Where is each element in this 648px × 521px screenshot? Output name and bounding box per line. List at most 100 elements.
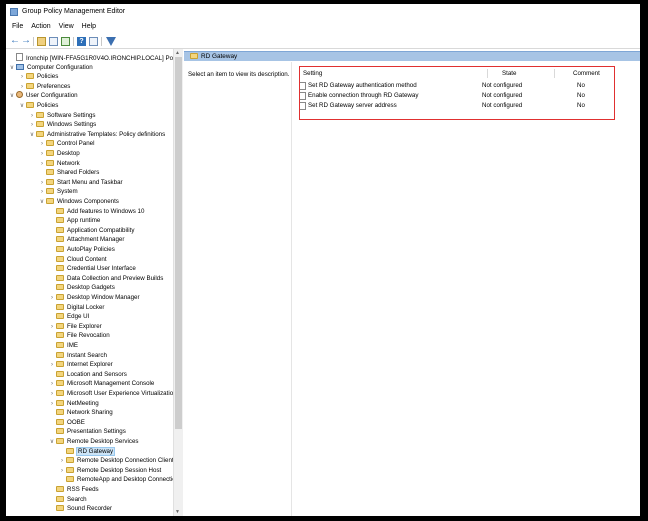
tree-node[interactable]: OOBE bbox=[48, 418, 85, 428]
scroll-down-icon[interactable]: ▼ bbox=[175, 509, 180, 515]
tree-node[interactable]: ∨ Windows Components bbox=[38, 197, 119, 207]
tree-node[interactable]: › Microsoft User Experience Virtualizatio… bbox=[48, 389, 173, 399]
folder-icon bbox=[56, 217, 64, 224]
tree-node[interactable]: Shared Folders bbox=[38, 168, 99, 178]
folder-up-icon[interactable] bbox=[37, 37, 46, 46]
tree-node[interactable]: Cloud Content bbox=[48, 255, 107, 265]
folder-icon bbox=[56, 361, 64, 368]
chevron-down-icon[interactable]: ∨ bbox=[8, 92, 16, 102]
forward-arrow-icon[interactable]: → bbox=[21, 36, 31, 46]
show-hide-tree-icon[interactable] bbox=[49, 37, 58, 46]
pane-divider[interactable] bbox=[291, 62, 292, 516]
tree-node[interactable]: › Windows Settings bbox=[28, 120, 96, 130]
tree-node[interactable]: Sound Recorder bbox=[48, 504, 112, 514]
tree-node[interactable]: › Microsoft Management Console bbox=[48, 379, 154, 389]
scroll-up-icon[interactable]: ▲ bbox=[175, 50, 180, 56]
tree-node[interactable]: › Network bbox=[38, 159, 80, 169]
folder-icon bbox=[46, 140, 54, 147]
tree-node[interactable]: ∨ Remote Desktop Services bbox=[48, 437, 139, 447]
tree-node[interactable]: ∨ Administrative Templates: Policy defini… bbox=[28, 130, 165, 140]
tree-node[interactable]: › Software Settings bbox=[28, 111, 96, 121]
tree-node-label: Remote Desktop Session Host bbox=[77, 466, 162, 474]
tree-node[interactable]: › Desktop Window Manager bbox=[48, 293, 140, 303]
app-icon bbox=[10, 8, 18, 16]
tree-node[interactable]: Digital Locker bbox=[48, 303, 105, 313]
tree-node[interactable]: Desktop Gadgets bbox=[48, 283, 115, 293]
tree-node[interactable]: › Remote Desktop Connection Client bbox=[58, 456, 173, 466]
properties-icon[interactable] bbox=[89, 37, 98, 46]
chevron-down-icon[interactable]: ∨ bbox=[28, 131, 36, 141]
tree-node[interactable]: › System bbox=[38, 187, 78, 197]
help-icon[interactable]: ? bbox=[77, 37, 86, 46]
tree-scrollbar[interactable]: ▲ ▼ bbox=[173, 49, 183, 516]
chevron-down-icon[interactable]: ∨ bbox=[18, 102, 26, 112]
tree-node-label: AutoPlay Policies bbox=[67, 246, 115, 253]
chevron-down-icon[interactable]: ∨ bbox=[8, 64, 16, 74]
back-arrow-icon[interactable]: ← bbox=[10, 36, 20, 46]
scroll-thumb[interactable] bbox=[175, 57, 182, 429]
chevron-down-icon[interactable]: ∨ bbox=[48, 438, 56, 448]
tree-node[interactable]: Credential User Interface bbox=[48, 264, 136, 274]
tree-node-selected[interactable]: RD Gateway bbox=[58, 446, 116, 457]
tree-node[interactable]: RSS Feeds bbox=[48, 485, 99, 495]
folder-icon bbox=[56, 438, 64, 444]
tree-node[interactable]: Location and Sensors bbox=[48, 370, 127, 380]
tree-node[interactable]: Presentation Settings bbox=[48, 427, 126, 437]
menu-file[interactable]: File bbox=[12, 23, 23, 30]
tree-node[interactable]: › Remote Desktop Session Host bbox=[58, 466, 161, 476]
title-bar: Group Policy Management Editor bbox=[6, 4, 640, 20]
tree-node-label: RD Gateway bbox=[75, 446, 116, 456]
tree-node-label: Control Panel bbox=[57, 140, 95, 148]
folder-icon bbox=[56, 409, 64, 416]
tree-node[interactable]: ∨ Computer Configuration bbox=[8, 63, 93, 73]
tree-node[interactable]: Application Compatibility bbox=[48, 226, 134, 236]
folder-icon bbox=[56, 370, 64, 377]
export-list-icon[interactable] bbox=[61, 37, 70, 46]
tree-node[interactable]: › Policies bbox=[18, 72, 58, 82]
tree-node-label: Presentation Settings bbox=[67, 428, 126, 436]
tree-node[interactable]: › File Explorer bbox=[48, 322, 102, 332]
tree-node[interactable]: Data Collection and Preview Builds bbox=[48, 274, 163, 284]
folder-icon bbox=[56, 332, 64, 339]
menu-view[interactable]: View bbox=[59, 23, 74, 30]
folder-icon bbox=[26, 102, 34, 108]
tree-node[interactable]: AutoPlay Policies bbox=[48, 245, 115, 255]
chevron-down-icon[interactable]: ∨ bbox=[38, 198, 46, 208]
folder-icon bbox=[26, 73, 34, 80]
tree-node[interactable]: IME bbox=[48, 341, 78, 351]
console-tree: Ironchip [WIN-FFA5G1R0V4O.IRONCHIP.LOCAL… bbox=[6, 49, 173, 516]
tree-node[interactable]: ∨ User Configuration bbox=[8, 91, 78, 101]
tree-node-label: Data Collection and Preview Builds bbox=[67, 274, 164, 282]
tree-node[interactable]: › Internet Explorer bbox=[48, 360, 113, 370]
tree-node-label: Location and Sensors bbox=[67, 370, 127, 378]
tree-node[interactable]: Attachment Manager bbox=[48, 235, 124, 245]
menu-action[interactable]: Action bbox=[31, 23, 50, 30]
tree-node-label: Microsoft User Experience Virtualization bbox=[67, 390, 173, 397]
tree-node[interactable]: Network Sharing bbox=[48, 408, 113, 418]
tree-node[interactable]: › Start Menu and Taskbar bbox=[38, 178, 123, 188]
folder-icon bbox=[56, 255, 64, 262]
tree-node[interactable]: Instant Search bbox=[48, 351, 107, 361]
filter-icon[interactable] bbox=[106, 37, 116, 46]
description-text: Select an item to view its description. bbox=[188, 71, 290, 78]
tree-node[interactable]: Ironchip [WIN-FFA5G1R0V4O.IRONCHIP.LOCAL… bbox=[8, 53, 173, 63]
menu-help[interactable]: Help bbox=[82, 23, 96, 30]
tree-node[interactable]: Search bbox=[48, 495, 87, 505]
tree-node[interactable]: › Preferences bbox=[18, 82, 70, 92]
tree-node[interactable]: ∨ Policies bbox=[18, 101, 58, 111]
tree-node-label: User Configuration bbox=[26, 92, 78, 100]
tree-node-label: RSS Feeds bbox=[67, 486, 99, 493]
tree-node[interactable]: Add features to Windows 10 bbox=[48, 207, 144, 217]
tree-node[interactable]: RemoteApp and Desktop Connections bbox=[58, 475, 173, 485]
tree-node-label: Remote Desktop Services bbox=[67, 438, 139, 445]
tree-node-label: App runtime bbox=[67, 217, 101, 225]
pane-header-title: RD Gateway bbox=[201, 53, 238, 60]
tree-node[interactable]: File Revocation bbox=[48, 331, 110, 341]
tree-node[interactable]: App runtime bbox=[48, 216, 100, 226]
tree-node[interactable]: › NetMeeting bbox=[48, 399, 99, 409]
tree-node[interactable]: › Desktop bbox=[38, 149, 80, 159]
tree-node-label: Computer Configuration bbox=[27, 63, 93, 71]
tree-node[interactable]: Edge UI bbox=[48, 312, 89, 322]
folder-icon bbox=[190, 53, 198, 59]
tree-node[interactable]: › Control Panel bbox=[38, 139, 95, 149]
